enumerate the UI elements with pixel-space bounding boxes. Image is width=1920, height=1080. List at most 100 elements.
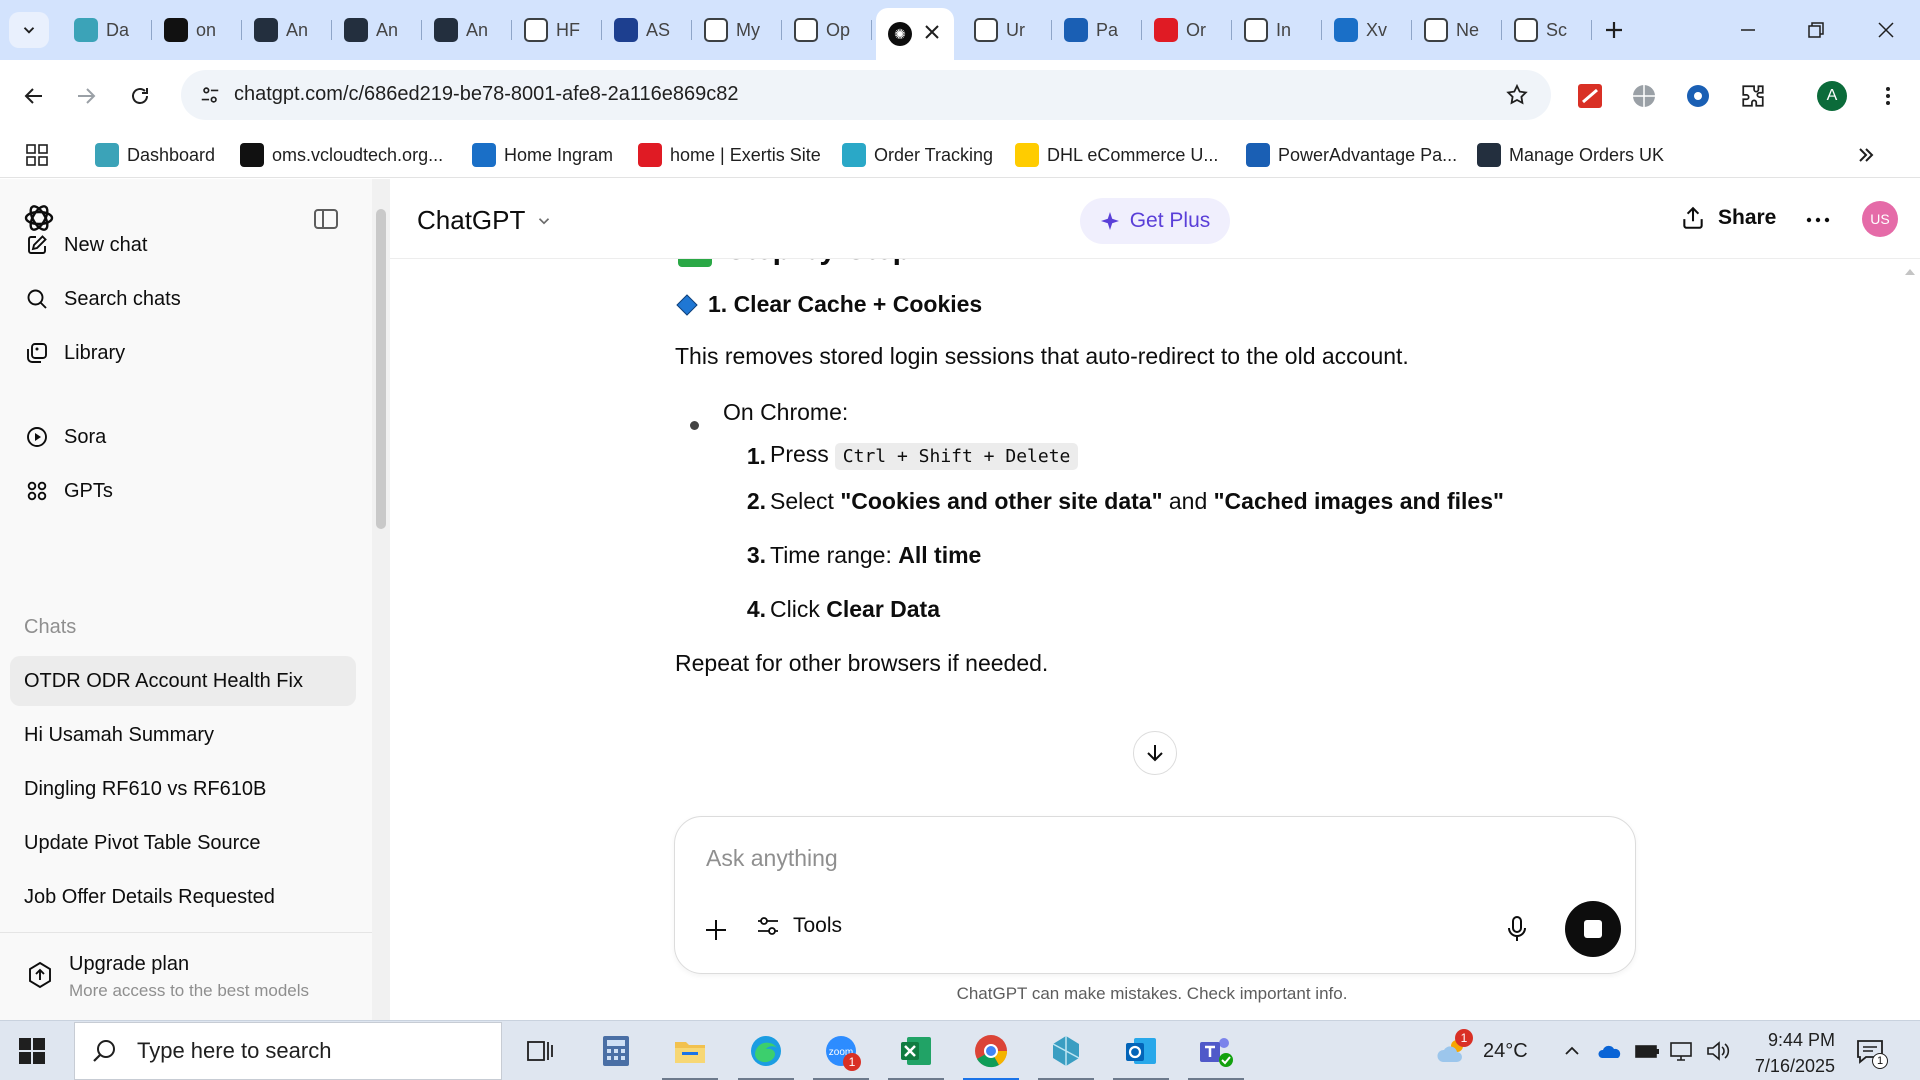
onedrive-icon[interactable] <box>1597 1041 1623 1061</box>
chat-item[interactable]: OTDR ODR Account Health Fix <box>10 656 356 706</box>
close-window-button[interactable] <box>1866 12 1906 48</box>
chat-item[interactable]: Dingling RF610 vs RF610B <box>10 764 356 814</box>
more-bookmarks-button[interactable] <box>1855 140 1877 170</box>
tab[interactable]: My <box>692 10 782 50</box>
tab[interactable]: on <box>152 10 242 50</box>
bookmark-item[interactable]: PowerAdvantage Pa... <box>1246 140 1457 170</box>
taskbar-app-file-explorer[interactable] <box>662 1027 718 1080</box>
bookmark-item[interactable]: home | Exertis Site <box>638 140 821 170</box>
taskbar-app-generic[interactable] <box>1038 1027 1094 1080</box>
prompt-input[interactable]: Ask anything <box>706 845 838 872</box>
system-clock[interactable]: 9:44 PM 7/16/2025 <box>1745 1027 1835 1079</box>
chat-item[interactable]: Update Pivot Table Source <box>10 818 356 868</box>
main-header: ChatGPT Get Plus Share US <box>390 179 1920 259</box>
bookmark-item[interactable]: oms.vcloudtech.org... <box>240 140 443 170</box>
new-tab-button[interactable] <box>1598 14 1630 46</box>
sidebar-scrollbar[interactable] <box>372 179 390 1020</box>
scroll-to-bottom-button[interactable] <box>1133 731 1177 775</box>
tab[interactable]: HF <box>512 10 602 50</box>
extension-button[interactable] <box>1680 78 1716 114</box>
conversation-options-button[interactable] <box>1803 205 1833 235</box>
tab[interactable]: Pa <box>1052 10 1142 50</box>
add-attachment-button[interactable] <box>701 915 731 945</box>
taskbar-app-task-view[interactable] <box>512 1027 568 1075</box>
chat-item[interactable]: Hi Usamah Summary <box>10 710 356 760</box>
bookmark-item[interactable]: Dashboard <box>95 140 215 170</box>
tab[interactable]: AS <box>602 10 692 50</box>
sidebar-item-library[interactable]: Library <box>10 330 356 376</box>
model-name: ChatGPT <box>417 205 526 235</box>
browser-menu-button[interactable] <box>1870 78 1906 114</box>
notifications-button[interactable]: 1 <box>1854 1035 1888 1069</box>
sidebar-item-label: GPTs <box>64 479 113 502</box>
battery-icon[interactable] <box>1634 1041 1660 1061</box>
tab[interactable]: Da <box>62 10 152 50</box>
main-scrollbar[interactable] <box>1900 259 1920 1020</box>
tools-button[interactable]: Tools <box>755 913 842 939</box>
tab[interactable]: An <box>242 10 332 50</box>
share-button[interactable]: Share <box>1680 205 1776 231</box>
back-button[interactable] <box>14 76 54 116</box>
composer[interactable]: Ask anything Tools <box>674 816 1636 974</box>
windows-start-icon[interactable] <box>18 1037 46 1065</box>
address-bar[interactable]: chatgpt.com/c/686ed219-be78-8001-afe8-2a… <box>181 70 1551 120</box>
minimize-button[interactable] <box>1728 12 1768 48</box>
restore-button[interactable] <box>1796 12 1836 48</box>
stop-generating-button[interactable] <box>1565 901 1621 957</box>
reload-button[interactable] <box>120 76 160 116</box>
tab[interactable]: Xv <box>1322 10 1412 50</box>
chat-item[interactable]: Job Offer Details Requested <box>10 872 356 922</box>
url-text[interactable]: chatgpt.com/c/686ed219-be78-8001-afe8-2a… <box>234 83 738 106</box>
chevron-up-icon[interactable] <box>1562 1041 1582 1061</box>
keyboard-shortcut: Ctrl + Shift + Delete <box>834 443 1079 470</box>
tab[interactable]: An <box>332 10 422 50</box>
check-mark-icon <box>678 259 712 267</box>
tab[interactable]: An <box>422 10 512 50</box>
weather-widget[interactable]: 1 <box>1425 1027 1481 1075</box>
get-plus-button[interactable]: Get Plus <box>1080 198 1230 244</box>
bookmark-item[interactable]: DHL eCommerce U... <box>1015 140 1218 170</box>
bookmark-item[interactable]: Manage Orders UK <box>1477 140 1664 170</box>
site-info-icon[interactable] <box>199 84 221 106</box>
temperature[interactable]: 24°C <box>1483 1040 1528 1063</box>
sidebar-scroll-thumb[interactable] <box>376 209 386 529</box>
apps-button[interactable] <box>26 140 48 170</box>
tab[interactable]: Ur <box>962 10 1052 50</box>
tab[interactable]: Op <box>782 10 872 50</box>
extension-button[interactable] <box>1626 78 1662 114</box>
taskbar-app-edge[interactable] <box>738 1027 794 1080</box>
sidebar-item-search-chats[interactable]: Search chats <box>10 276 356 322</box>
forward-button[interactable] <box>66 76 106 116</box>
profile-button[interactable]: A <box>1814 78 1850 114</box>
network-icon[interactable] <box>1668 1039 1694 1063</box>
bookmark-star-icon[interactable] <box>1505 83 1529 107</box>
close-tab-icon[interactable] <box>920 20 944 44</box>
taskbar-app-chrome[interactable] <box>963 1027 1019 1080</box>
extension-button[interactable] <box>1572 78 1608 114</box>
taskbar-app-teams[interactable] <box>1188 1027 1244 1080</box>
taskbar-app-calculator[interactable] <box>588 1027 644 1075</box>
model-selector[interactable]: ChatGPT <box>417 205 553 236</box>
taskbar-app-outlook[interactable] <box>1113 1027 1169 1080</box>
sidebar-item-new-chat[interactable]: New chat <box>10 222 356 268</box>
taskbar-app-excel[interactable] <box>888 1027 944 1080</box>
sidebar-item-sora[interactable]: Sora <box>10 414 356 460</box>
close-icon <box>1878 22 1894 38</box>
tab[interactable]: Ne <box>1412 10 1502 50</box>
scroll-up-arrow-icon[interactable] <box>1903 267 1917 277</box>
bookmark-item[interactable]: Home Ingram <box>472 140 613 170</box>
tab-search-button[interactable] <box>9 12 49 48</box>
tab-active-chatgpt[interactable]: ✺ <box>876 8 954 60</box>
tab[interactable]: In <box>1232 10 1322 50</box>
taskbar-search[interactable]: Type here to search <box>74 1022 502 1080</box>
tab[interactable]: Sc <box>1502 10 1592 50</box>
volume-icon[interactable] <box>1705 1039 1731 1063</box>
sidebar-item-gpts[interactable]: GPTs <box>10 468 356 514</box>
tab[interactable]: Or <box>1142 10 1232 50</box>
bookmark-item[interactable]: Order Tracking <box>842 140 993 170</box>
user-avatar[interactable]: US <box>1862 201 1898 237</box>
upgrade-plan-button[interactable]: Upgrade plan More access to the best mod… <box>0 932 372 1020</box>
taskbar-app-zoom[interactable]: zoom 1 <box>813 1027 869 1080</box>
dictate-button[interactable] <box>1501 913 1533 945</box>
extensions-button[interactable] <box>1735 78 1771 114</box>
